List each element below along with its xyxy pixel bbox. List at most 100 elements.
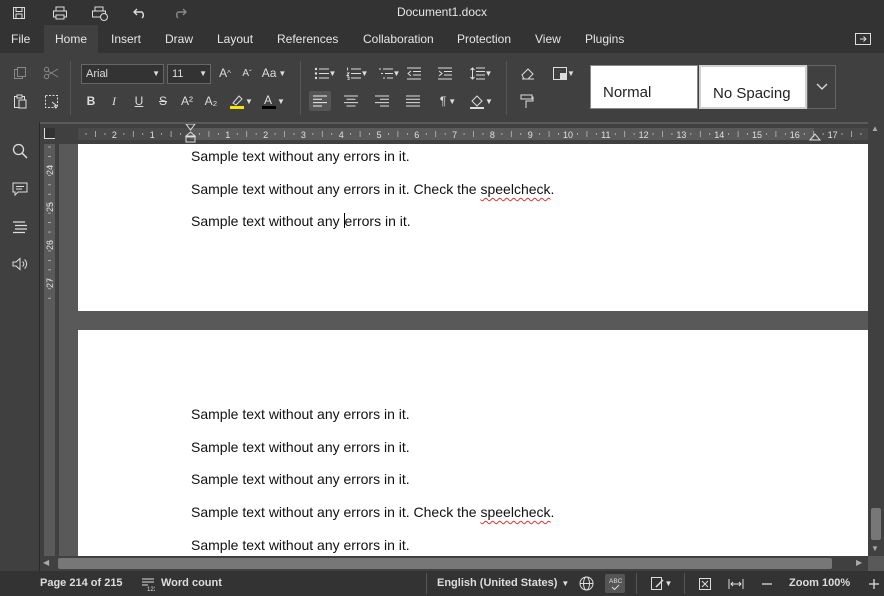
align-center-button[interactable] xyxy=(340,91,362,111)
chevron-down-icon: ▼ xyxy=(561,579,570,588)
decrease-indent-icon xyxy=(406,67,421,79)
scroll-left-icon[interactable]: ◀ xyxy=(43,558,49,567)
globe-icon[interactable] xyxy=(576,574,596,593)
decrease-indent-button[interactable] xyxy=(402,63,424,83)
highlight-color-button[interactable]: ▼ xyxy=(226,91,256,111)
paragraph[interactable]: Sample text without any errors in it. xyxy=(191,439,410,455)
paragraph[interactable]: Sample text without any errors in it. xyxy=(191,537,410,553)
scroll-right-icon[interactable]: ▶ xyxy=(856,558,862,567)
strikethrough-button[interactable]: S xyxy=(152,91,174,111)
misspelled-word[interactable]: speelcheck xyxy=(480,504,550,520)
superscript-button[interactable]: A² xyxy=(176,91,198,111)
ruler-tick-label: 7 xyxy=(452,130,457,140)
page-number[interactable]: Page 214 of 215 xyxy=(40,577,123,589)
ruler-tick-label: 15 xyxy=(752,130,762,140)
subscript-button[interactable]: A₂ xyxy=(200,91,222,111)
zoom-in-icon[interactable] xyxy=(864,574,884,593)
italic-button[interactable]: I xyxy=(103,91,125,111)
ruler-tick-label: 10 xyxy=(563,130,573,140)
font-color-button[interactable]: A ▼ xyxy=(258,91,288,111)
horizontal-ruler[interactable]: 2 1 1 2 3 4 5 6 7 8 9 10 11 12 13 14 15 16 17 xyxy=(40,124,868,144)
font-name-select[interactable]: Arial ▼ xyxy=(81,64,164,84)
paragraph[interactable]: Sample text without any errors in it. xyxy=(191,213,411,229)
ruler-tick-label: 1 xyxy=(150,130,155,140)
justify-button[interactable] xyxy=(402,91,424,111)
paragraph[interactable]: Sample text without any errors in it. xyxy=(191,406,410,422)
tab-layout[interactable]: Layout xyxy=(206,25,264,53)
misspelled-word[interactable]: speelcheck xyxy=(480,181,550,197)
track-changes-icon[interactable]: ▼ xyxy=(646,574,676,593)
fit-width-icon[interactable] xyxy=(726,574,746,593)
zoom-out-icon[interactable] xyxy=(757,574,777,593)
vertical-ruler[interactable]: 24 25 26 27 xyxy=(40,144,59,556)
tab-insert[interactable]: Insert xyxy=(100,25,152,53)
decrease-font-button[interactable]: Aˇ xyxy=(236,63,258,83)
increase-font-button[interactable]: A ^ xyxy=(214,63,236,83)
increase-indent-button[interactable] xyxy=(433,63,455,83)
scroll-down-icon[interactable]: ▼ xyxy=(871,544,879,553)
cut-icon[interactable] xyxy=(40,63,62,83)
paragraph[interactable]: Sample text without any errors in it. Ch… xyxy=(191,504,554,520)
tab-references[interactable]: References xyxy=(266,25,349,53)
ruler-tick-label: 4 xyxy=(339,130,344,140)
paragraph-period: . xyxy=(550,181,555,197)
paste-icon[interactable] xyxy=(9,91,31,111)
zoom-level[interactable]: Zoom 100% xyxy=(789,577,850,589)
tab-stop-icon[interactable] xyxy=(44,128,55,139)
language-selector[interactable]: English (United States) ▼ xyxy=(437,577,569,589)
ruler-tick-label: 5 xyxy=(376,130,381,140)
numbered-list-button[interactable]: ▼ xyxy=(342,63,372,83)
increase-font-icon: A xyxy=(219,66,228,80)
copy-icon[interactable] xyxy=(9,63,31,83)
bullet-list-button[interactable]: ▼ xyxy=(310,63,340,83)
vertical-scroll-thumb[interactable] xyxy=(871,508,881,540)
tab-draw[interactable]: Draw xyxy=(154,25,204,53)
copy-style-button[interactable] xyxy=(516,91,538,111)
style-normal[interactable]: Normal xyxy=(590,65,698,109)
align-left-button[interactable] xyxy=(309,91,331,111)
title-bar: Document1.docx xyxy=(0,0,884,25)
navigation-icon[interactable] xyxy=(9,216,31,238)
styles-expand-button[interactable] xyxy=(807,65,836,109)
horizontal-scrollbar[interactable]: ◀ ▶ xyxy=(40,556,868,571)
align-right-button[interactable] xyxy=(371,91,393,111)
spellcheck-icon[interactable]: ABC xyxy=(605,574,625,593)
vertical-scrollbar[interactable]: ▲ ▼ xyxy=(868,122,884,556)
tab-file[interactable]: File xyxy=(0,25,41,53)
paragraph[interactable]: Sample text without any errors in it. xyxy=(191,471,410,487)
comments-icon[interactable] xyxy=(9,178,31,200)
fit-page-icon[interactable] xyxy=(695,574,715,593)
toolbar-separator xyxy=(70,61,71,115)
style-no-spacing[interactable]: No Spacing xyxy=(699,65,807,109)
bold-button[interactable]: B xyxy=(80,91,102,111)
underline-button[interactable]: U xyxy=(128,91,150,111)
open-location-icon[interactable] xyxy=(852,29,874,49)
color-scheme-button[interactable]: ▼ xyxy=(549,63,579,83)
change-case-button[interactable]: Aa ▼ xyxy=(259,63,289,83)
speaker-icon[interactable] xyxy=(9,253,31,275)
clear-style-button[interactable] xyxy=(516,63,538,83)
word-count-icon[interactable]: 123 xyxy=(138,574,158,593)
menu-bar: File Home Insert Draw Layout References … xyxy=(0,25,884,53)
select-all-icon[interactable] xyxy=(40,91,62,111)
tab-home[interactable]: Home xyxy=(44,25,99,53)
tab-protection[interactable]: Protection xyxy=(446,25,522,53)
paragraph-shading-button[interactable]: ▼ xyxy=(466,91,496,111)
tab-collaboration[interactable]: Collaboration xyxy=(352,25,445,53)
svg-text:A: A xyxy=(264,93,272,107)
word-count-button[interactable]: Word count xyxy=(161,577,222,589)
search-icon[interactable] xyxy=(9,140,31,162)
tab-view[interactable]: View xyxy=(524,25,572,53)
nonprinting-characters-button[interactable]: ¶ ▼ xyxy=(433,91,463,111)
line-spacing-button[interactable]: ▼ xyxy=(466,63,496,83)
horizontal-scroll-thumb[interactable] xyxy=(58,558,832,569)
multilevel-list-button[interactable]: ▼ xyxy=(374,63,404,83)
tab-plugins[interactable]: Plugins xyxy=(574,25,635,53)
scroll-up-icon[interactable]: ▲ xyxy=(871,124,879,133)
ruler-tick-label: 8 xyxy=(490,130,495,140)
ruler-tick-label: 24 xyxy=(45,165,55,175)
color-scheme-icon xyxy=(553,66,568,80)
font-size-select[interactable]: 11 ▼ xyxy=(167,64,211,84)
paragraph[interactable]: Sample text without any errors in it. xyxy=(191,148,410,164)
paragraph[interactable]: Sample text without any errors in it. Ch… xyxy=(191,181,554,197)
